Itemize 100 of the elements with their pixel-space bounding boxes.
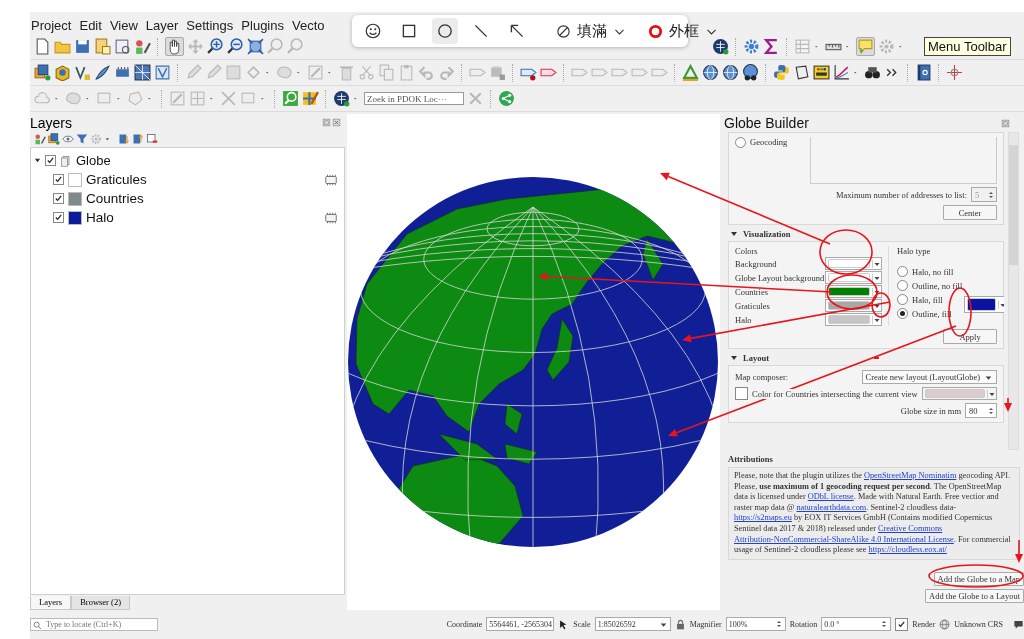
checkbox[interactable] [53, 212, 64, 223]
hand-icon[interactable] [165, 37, 184, 56]
link[interactable]: https://cloudless.eox.at/ [868, 545, 947, 555]
spin-arrows-icon[interactable] [987, 405, 995, 416]
colorful-map-icon[interactable] [302, 90, 319, 107]
menu-item[interactable]: Vecto [292, 18, 325, 34]
spin-arrows-icon[interactable] [880, 619, 889, 629]
dropdown-button[interactable]: 填滿 [550, 21, 632, 41]
scrollbar[interactable] [1008, 132, 1019, 450]
lock-icon[interactable] [674, 618, 686, 630]
color-picker-button[interactable] [825, 313, 882, 326]
menu-item[interactable]: Project [31, 18, 72, 34]
style-icon[interactable] [34, 133, 46, 145]
scale-dropdown[interactable]: 1:85026592 [594, 617, 671, 631]
checkbox[interactable] [53, 193, 64, 204]
map-canvas[interactable] [347, 114, 720, 610]
caret-icon[interactable] [872, 287, 881, 296]
crs-button[interactable]: Unknown CRS [954, 619, 1003, 629]
gear-icon[interactable] [743, 38, 760, 55]
layers-icon[interactable] [48, 133, 60, 145]
search-field[interactable]: Type to locate (Ctrl+K) [30, 617, 158, 631]
new-page-icon[interactable] [34, 38, 51, 55]
binoculars-icon[interactable] [864, 64, 881, 81]
style-icon[interactable] [134, 38, 151, 55]
eye-icon[interactable] [62, 133, 74, 145]
color-picker-button[interactable] [825, 257, 882, 270]
clipboard-icon[interactable] [398, 64, 415, 81]
globe-icon[interactable] [722, 64, 739, 81]
grid-icon[interactable] [134, 64, 151, 81]
device-icon[interactable] [813, 64, 830, 81]
dropdown[interactable]: Create new layout (LayoutGlobe) [861, 370, 997, 384]
spin-box[interactable]: 100% [725, 617, 786, 631]
section-title[interactable]: Layout [743, 353, 769, 363]
button[interactable]: Apply [943, 329, 997, 344]
memory-layer-icon[interactable] [324, 210, 338, 225]
color-picker-button[interactable] [964, 296, 1004, 313]
menu-item[interactable]: Plugins [241, 18, 284, 34]
spin-arrows-icon[interactable] [987, 189, 995, 200]
layer-name[interactable]: Countries [86, 191, 144, 206]
checkbox[interactable] [45, 155, 56, 166]
search-field[interactable]: Zoek in PDOK Loc··· [364, 92, 464, 105]
package-icon[interactable] [54, 64, 71, 81]
layers-icon[interactable] [34, 64, 51, 81]
document-icon[interactable] [114, 38, 131, 55]
sigma-icon[interactable] [763, 38, 780, 55]
move-up-icon[interactable] [132, 133, 144, 145]
share-icon[interactable] [498, 90, 515, 107]
message-icon[interactable] [1013, 618, 1024, 630]
close-icon[interactable] [332, 118, 341, 127]
layer-name[interactable]: Graticules [86, 172, 147, 187]
globe-icon[interactable] [333, 90, 350, 107]
collapse-triangle-icon[interactable] [730, 230, 738, 238]
radio-button[interactable] [897, 294, 908, 305]
radio-button[interactable] [735, 137, 746, 148]
menu-item[interactable]: Layer [145, 18, 179, 34]
globe-icon[interactable] [742, 64, 759, 81]
layer-name[interactable]: Globe [76, 153, 111, 168]
color-picker-button[interactable] [921, 387, 997, 400]
crosshair-icon[interactable] [946, 64, 963, 81]
radio-button[interactable] [897, 266, 908, 277]
float-icon[interactable] [1001, 118, 1010, 128]
remove-layer-icon[interactable] [146, 133, 158, 145]
layout-icon[interactable] [94, 38, 111, 55]
vector-icon[interactable] [74, 64, 91, 81]
chart-icon[interactable] [833, 64, 850, 81]
filter-icon[interactable] [76, 133, 88, 145]
button[interactable]: Center [943, 205, 997, 220]
memory-layer-icon[interactable] [324, 172, 338, 187]
node-icon[interactable] [245, 64, 262, 81]
panel-tab[interactable]: Browser (2) [71, 596, 130, 610]
move-down-icon[interactable] [118, 133, 130, 145]
spin-box[interactable]: 80 [965, 403, 997, 418]
menu-item[interactable]: Edit [79, 18, 102, 34]
link[interactable]: Creative Commons [878, 523, 943, 533]
feather-icon[interactable] [94, 64, 111, 81]
globe-icon[interactable] [702, 64, 719, 81]
zoom-extent-icon[interactable] [247, 38, 264, 55]
shield-icon[interactable] [154, 64, 171, 81]
layer-name[interactable]: Halo [86, 210, 114, 225]
radio-button[interactable] [897, 280, 908, 291]
spin-box[interactable]: 0.0 ° [821, 617, 892, 631]
color-picker-button[interactable] [825, 285, 882, 298]
link[interactable]: ODbL license [807, 492, 854, 502]
collapse-triangle-icon[interactable] [34, 157, 41, 164]
zoom-out-icon[interactable] [227, 38, 244, 55]
caret-icon[interactable] [872, 259, 881, 268]
screen-icon[interactable] [793, 64, 810, 81]
caret-icon[interactable] [998, 300, 1004, 309]
caret-icon[interactable] [872, 315, 881, 324]
panel-tab[interactable]: Layers [30, 596, 72, 610]
search-icon[interactable] [282, 90, 299, 107]
globe-icon[interactable] [712, 38, 729, 55]
python-icon[interactable] [773, 64, 790, 81]
help-book-icon[interactable] [915, 64, 932, 81]
coordinate-field[interactable]: 5564461, -2565304 [486, 617, 555, 631]
ellipse-tool-icon[interactable] [432, 18, 458, 44]
caret-icon[interactable] [987, 389, 996, 398]
radio-button[interactable] [897, 308, 908, 319]
link[interactable]: OpenStreetMap Nominatim [863, 471, 957, 480]
link[interactable]: https://s2maps.eu [734, 513, 792, 523]
